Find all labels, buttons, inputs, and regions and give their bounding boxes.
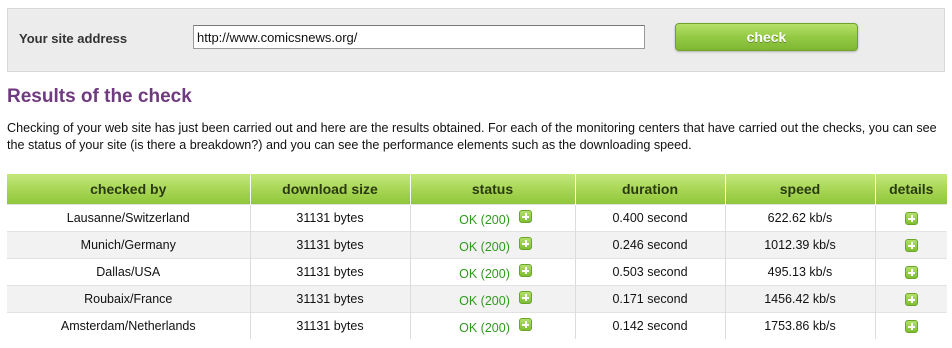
speed-cell: 495.13 kb/s [725,258,876,286]
table-row: Munich/Germany 31131 bytes OK (200) 0.24… [7,231,947,259]
column-header-status: status [410,174,576,205]
status-cell: OK (200) [410,312,576,339]
status-expand-plus-icon[interactable] [518,318,532,331]
details-plus-icon[interactable] [904,320,918,334]
status-expand-plus-icon[interactable] [518,237,532,250]
location-cell: Amsterdam/Netherlands [7,312,251,339]
details-cell [875,285,947,313]
results-title: Results of the check [7,86,192,107]
table-row: Lausanne/Switzerland 31131 bytes OK (200… [7,204,947,232]
duration-cell: 0.400 second [575,204,726,232]
column-header-speed: speed [725,174,876,205]
results-table: checked by download size status duration… [7,174,947,339]
speed-cell: 622.62 kb/s [725,204,876,232]
details-plus-icon[interactable] [904,293,918,307]
status-cell: OK (200) [410,258,576,286]
duration-cell: 0.503 second [575,258,726,286]
duration-cell: 0.246 second [575,231,726,259]
location-cell: Lausanne/Switzerland [7,204,251,232]
site-address-label: Your site address [19,31,128,46]
status-text: OK (200) [459,213,510,227]
details-cell [875,258,947,286]
status-text: OK (200) [459,267,510,281]
size-cell: 31131 bytes [250,258,411,286]
duration-cell: 0.142 second [575,312,726,339]
speed-cell: 1456.42 kb/s [725,285,876,313]
duration-cell: 0.171 second [575,285,726,313]
status-text: OK (200) [459,321,510,335]
location-cell: Munich/Germany [7,231,251,259]
table-header-row: checked by download size status duration… [7,174,947,205]
status-text: OK (200) [459,240,510,254]
details-plus-icon[interactable] [904,239,918,253]
column-header-checked-by: checked by [7,174,251,205]
details-plus-icon[interactable] [904,212,918,226]
status-expand-plus-icon[interactable] [518,210,532,223]
table-row: Amsterdam/Netherlands 31131 bytes OK (20… [7,312,947,339]
location-cell: Dallas/USA [7,258,251,286]
size-cell: 31131 bytes [250,231,411,259]
details-plus-icon[interactable] [904,266,918,280]
column-header-duration: duration [575,174,726,205]
column-header-download-size: download size [250,174,411,205]
size-cell: 31131 bytes [250,285,411,313]
details-cell [875,312,947,339]
status-text: OK (200) [459,294,510,308]
speed-cell: 1012.39 kb/s [725,231,876,259]
status-expand-plus-icon[interactable] [518,291,532,304]
size-cell: 31131 bytes [250,204,411,232]
column-header-details: details [875,174,947,205]
site-check-form: Your site address check [7,8,945,72]
details-cell [875,231,947,259]
status-cell: OK (200) [410,231,576,259]
results-intro: Checking of your web site has just been … [7,121,937,152]
check-button[interactable]: check [675,23,858,51]
status-cell: OK (200) [410,285,576,313]
details-cell [875,204,947,232]
status-cell: OK (200) [410,204,576,232]
speed-cell: 1753.86 kb/s [725,312,876,339]
table-row: Dallas/USA 31131 bytes OK (200) 0.503 se… [7,258,947,286]
location-cell: Roubaix/France [7,285,251,313]
status-expand-plus-icon[interactable] [518,264,532,277]
size-cell: 31131 bytes [250,312,411,339]
table-row: Roubaix/France 31131 bytes OK (200) 0.17… [7,285,947,313]
site-address-input[interactable] [193,25,645,49]
